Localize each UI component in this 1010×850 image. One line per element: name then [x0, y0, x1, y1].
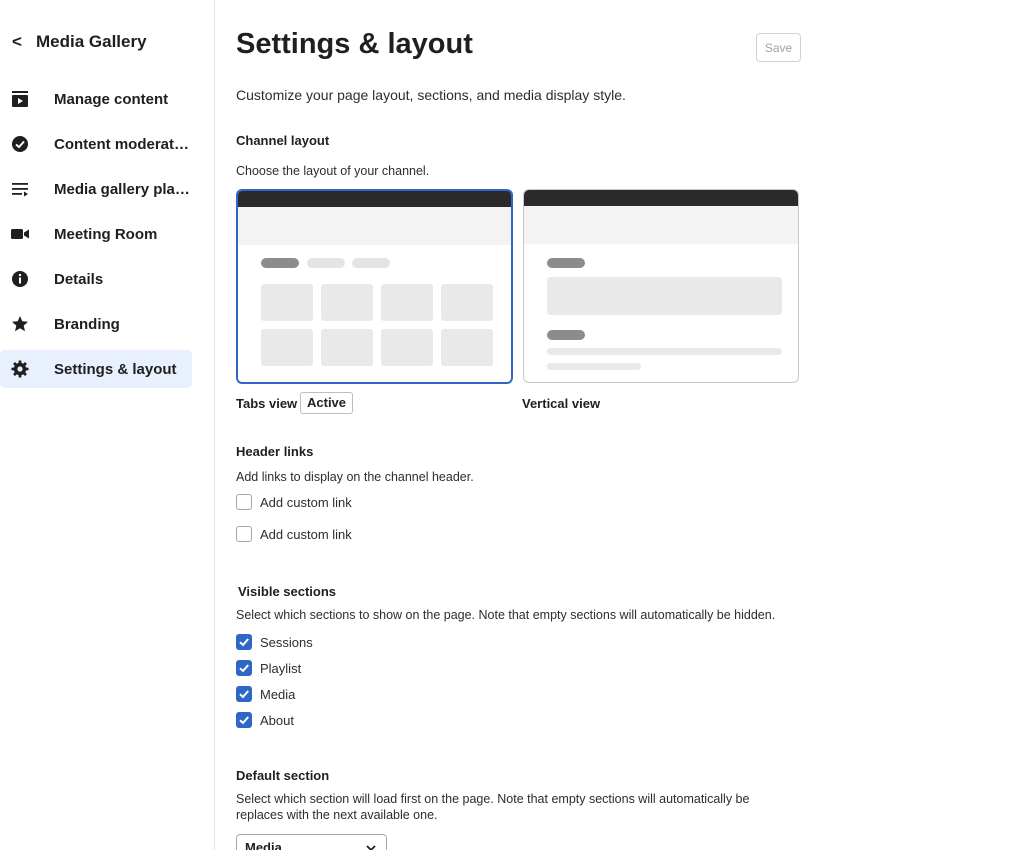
- checkbox[interactable]: [236, 494, 252, 510]
- preview-tile: [381, 329, 433, 366]
- tabs-view-card[interactable]: [236, 189, 513, 384]
- channel-layout-title: Channel layout: [236, 133, 330, 148]
- preview-tile: [321, 284, 373, 321]
- checkbox-label: Add custom link: [260, 494, 352, 510]
- card-preview-topbar: [238, 191, 511, 207]
- sidebar-item-label: Details: [54, 270, 104, 288]
- check-icon: [239, 716, 249, 725]
- sidebar-item-label: Meeting Room: [54, 225, 158, 243]
- checkbox-label: Playlist: [260, 660, 302, 676]
- preview-section-block: [547, 277, 782, 315]
- card-preview-topbar: [524, 190, 798, 206]
- info-icon: [10, 269, 30, 289]
- card-preview-header: [238, 207, 511, 245]
- section-checkbox-sessions[interactable]: Sessions: [236, 634, 313, 650]
- checkbox-checked[interactable]: [236, 660, 252, 676]
- default-section-select[interactable]: Media: [236, 834, 387, 850]
- channel-layout-description: Choose the layout of your channel.: [236, 164, 430, 178]
- sidebar-item-branding[interactable]: Branding: [0, 305, 192, 343]
- select-value: Media: [245, 839, 282, 850]
- page-title: Settings & layout: [236, 28, 473, 60]
- sidebar-item-label: Manage content: [54, 90, 169, 108]
- back-to-media-gallery[interactable]: < Media Gallery: [12, 32, 147, 52]
- sidebar-item-settings-layout[interactable]: Settings & layout: [0, 350, 192, 388]
- sidebar-item-label: Settings & layout: [54, 360, 177, 378]
- section-checkbox-about[interactable]: About: [236, 712, 294, 728]
- playlist-icon: [10, 179, 30, 199]
- preview-tile: [381, 284, 433, 321]
- section-checkbox-media[interactable]: Media: [236, 686, 295, 702]
- check-icon: [239, 664, 249, 673]
- sidebar-item-label: Content moderation: [54, 135, 192, 153]
- check-circle-icon: [10, 134, 30, 154]
- default-section-title: Default section: [236, 768, 330, 783]
- custom-link-checkbox-2[interactable]: Add custom link: [236, 526, 352, 542]
- sidebar-item-label: Media gallery play…: [54, 180, 192, 198]
- preview-tile: [261, 329, 313, 366]
- checkbox-label: Add custom link: [260, 526, 352, 542]
- sidebar-item-media-gallery-playlist[interactable]: Media gallery play…: [0, 170, 192, 208]
- save-button[interactable]: Save: [756, 33, 801, 62]
- star-icon: [10, 314, 30, 334]
- sidebar-item-meeting-room[interactable]: Meeting Room: [0, 215, 192, 253]
- preview-section-label: [547, 330, 585, 340]
- checkbox-checked[interactable]: [236, 634, 252, 650]
- sidebar-nav: Manage content Content moderation Media …: [0, 80, 192, 395]
- preview-line: [547, 363, 641, 370]
- preview-tile: [261, 284, 313, 321]
- preview-tab: [307, 258, 345, 268]
- visible-sections-description: Select which sections to show on the pag…: [236, 608, 776, 622]
- checkbox[interactable]: [236, 526, 252, 542]
- default-section-description-line1: Select which section will load first on …: [236, 792, 750, 806]
- sidebar-item-label: Branding: [54, 315, 120, 333]
- checkbox-label: About: [260, 712, 294, 728]
- back-label: Media Gallery: [36, 32, 147, 51]
- page-subtitle: Customize your page layout, sections, an…: [236, 87, 626, 103]
- gear-icon: [10, 359, 30, 379]
- checkbox-label: Media: [260, 686, 296, 702]
- section-checkbox-playlist[interactable]: Playlist: [236, 660, 301, 676]
- default-section-description-line2: replaces with the next available one.: [236, 808, 438, 822]
- preview-tile: [321, 329, 373, 366]
- preview-tab: [352, 258, 390, 268]
- preview-tile: [441, 284, 493, 321]
- header-links-description: Add links to display on the channel head…: [236, 470, 474, 484]
- checkbox-checked[interactable]: [236, 712, 252, 728]
- preview-section-label: [547, 258, 585, 268]
- custom-link-checkbox-1[interactable]: Add custom link: [236, 494, 352, 510]
- tabs-view-label: Tabs view: [236, 396, 298, 411]
- check-icon: [239, 690, 249, 699]
- card-preview-header: [524, 206, 798, 244]
- vertical-view-label: Vertical view: [522, 396, 601, 411]
- checkbox-label: Sessions: [260, 634, 313, 650]
- chevron-left-icon: <: [12, 32, 22, 51]
- active-badge: Active: [300, 392, 354, 414]
- preview-tab-active: [261, 258, 299, 268]
- sidebar-item-content-moderation[interactable]: Content moderation: [0, 125, 192, 163]
- checkbox-checked[interactable]: [236, 686, 252, 702]
- video-camera-icon: [10, 224, 30, 244]
- sidebar: < Media Gallery Manage content Content m…: [0, 0, 215, 850]
- sidebar-item-manage-content[interactable]: Manage content: [0, 80, 192, 118]
- chevron-down-icon: [366, 840, 376, 850]
- preview-line: [547, 348, 782, 355]
- visible-sections-title: Visible sections: [238, 584, 337, 599]
- vertical-view-card[interactable]: [523, 189, 799, 383]
- play-window-icon: [10, 89, 30, 109]
- check-icon: [239, 638, 249, 647]
- sidebar-item-details[interactable]: Details: [0, 260, 192, 298]
- header-links-title: Header links: [236, 444, 314, 459]
- preview-tile: [441, 329, 493, 366]
